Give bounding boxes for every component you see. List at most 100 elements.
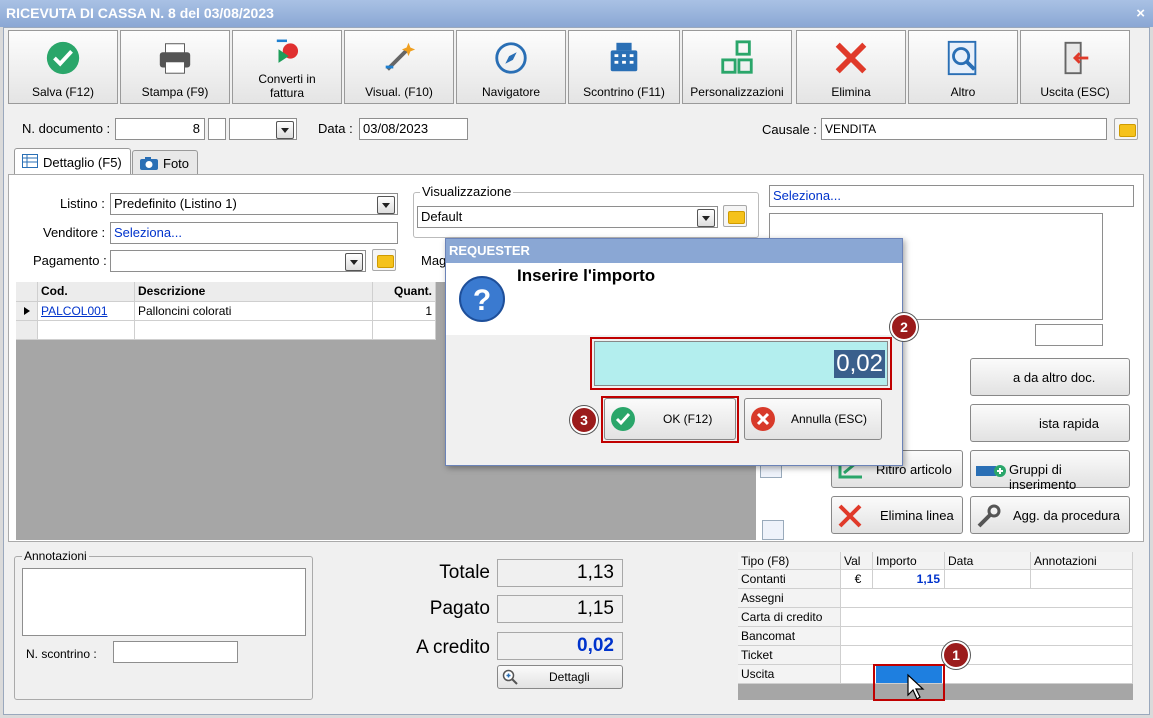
ndoc-input[interactable]: 8 <box>115 118 205 140</box>
pagamento-folder-icon[interactable] <box>372 249 396 271</box>
credito-label: A credito <box>416 637 490 658</box>
payments-header-tipo[interactable]: Tipo (F8) <box>738 552 841 570</box>
import-from-doc-button[interactable]: a da altro doc. <box>970 358 1130 396</box>
exit-button[interactable]: Uscita (ESC) <box>1020 30 1130 104</box>
notes-label: Annotazioni <box>22 549 89 563</box>
venditore-input[interactable]: Seleziona... <box>110 222 398 244</box>
question-icon: ? <box>459 276 505 322</box>
table-row-descrizione[interactable]: Palloncini colorati <box>135 302 373 321</box>
close-icon[interactable]: × <box>1136 0 1145 27</box>
chevron-down-icon[interactable] <box>697 209 715 227</box>
callout-badge: 1 <box>942 641 970 669</box>
delete-x-icon <box>835 42 867 74</box>
ndoc-label: N. documento : <box>22 121 111 136</box>
causale-input[interactable]: VENDITA <box>821 118 1107 140</box>
receipt-button[interactable]: Scontrino (F11) <box>568 30 680 104</box>
payments-header-data[interactable]: Data <box>945 552 1031 570</box>
wrench-icon <box>977 504 1001 528</box>
camera-icon <box>140 157 158 170</box>
link-icon[interactable] <box>762 520 784 540</box>
grid-icon <box>721 40 753 74</box>
table-row-cod[interactable]: PALCOL001 <box>38 302 135 321</box>
date-input[interactable]: 03/08/2023 <box>359 118 468 140</box>
save-button[interactable]: Salva (F12) <box>8 30 118 104</box>
payment-row-tipo[interactable]: Bancomat <box>738 627 841 646</box>
customize-button[interactable]: Personalizzazioni <box>682 30 792 104</box>
callout-badge: 3 <box>570 406 598 434</box>
add-from-procedure-button[interactable]: Agg. da procedura <box>970 496 1130 534</box>
cancel-x-icon <box>751 407 775 431</box>
right-small-field[interactable] <box>1035 324 1103 346</box>
causale-folder-icon[interactable] <box>1114 118 1138 140</box>
payment-row-tipo[interactable]: Assegni <box>738 589 841 608</box>
scontrino-label: N. scontrino : <box>26 647 97 661</box>
totale-value: 1,13 <box>497 559 623 587</box>
pagamento-select[interactable] <box>110 250 366 272</box>
chevron-down-icon[interactable] <box>377 196 395 214</box>
venditore-label: Venditore : <box>43 225 106 240</box>
causale-label: Causale : <box>762 122 817 137</box>
printer-icon <box>159 43 191 74</box>
notes-textarea[interactable] <box>22 568 306 636</box>
listino-select[interactable]: Predefinito (Listino 1) <box>110 193 398 215</box>
exit-door-icon <box>1064 41 1089 75</box>
payment-row-tipo[interactable]: Carta di credito <box>738 608 841 627</box>
table-row-quant[interactable]: 1 <box>373 302 436 321</box>
grid-header-descrizione[interactable]: Descrizione <box>135 282 373 302</box>
chevron-down-icon[interactable] <box>345 253 363 271</box>
window-title: RICEVUTA DI CASSA N. 8 del 03/08/2023 <box>0 0 1153 27</box>
payments-header-importo[interactable]: Importo <box>873 552 945 570</box>
details-button[interactable]: Dettagli <box>497 665 623 689</box>
table-row-empty[interactable] <box>38 321 135 340</box>
other-button[interactable]: Altro <box>908 30 1018 104</box>
amount-input[interactable]: 0,02 <box>594 341 888 386</box>
ndoc-suffix-box[interactable] <box>208 118 226 140</box>
payment-row-val[interactable]: € <box>841 570 873 589</box>
payment-row-tipo[interactable]: Ticket <box>738 646 841 665</box>
date-label: Data : <box>318 121 353 136</box>
scontrino-input[interactable] <box>113 641 238 663</box>
quick-list-button[interactable]: ista rapida <box>970 404 1130 442</box>
delete-button[interactable]: Elimina <box>796 30 906 104</box>
cancel-button[interactable]: Annulla (ESC) <box>744 398 882 440</box>
totale-label: Totale <box>439 562 490 583</box>
credito-value: 0,02 <box>497 632 623 660</box>
convert-icon <box>276 39 299 63</box>
listino-label: Listino : <box>60 196 105 211</box>
zoom-icon <box>502 669 518 685</box>
cash-register-icon <box>610 42 638 72</box>
pagato-value: 1,15 <box>497 595 623 623</box>
insert-groups-button[interactable]: Gruppi di inserimento <box>970 450 1130 492</box>
print-button[interactable]: Stampa (F9) <box>120 30 230 104</box>
table-icon <box>22 154 38 168</box>
check-icon <box>611 407 635 431</box>
visualizzazione-label: Visualizzazione <box>420 184 514 199</box>
payments-header-val[interactable]: Val <box>841 552 873 570</box>
ok-button[interactable]: OK (F12) <box>604 398 736 440</box>
tab-foto[interactable]: Foto <box>132 150 198 175</box>
pagamento-label: Pagamento : <box>33 253 107 268</box>
navigator-button[interactable]: Navigatore <box>456 30 566 104</box>
grid-header-quant[interactable]: Quant. <box>373 282 436 302</box>
groups-icon <box>976 465 1006 477</box>
payment-row-tipo[interactable]: Contanti <box>738 570 841 589</box>
payments-header-annotazioni[interactable]: Annotazioni <box>1031 552 1133 570</box>
chevron-down-icon[interactable] <box>276 121 294 139</box>
delete-line-button[interactable]: Elimina linea <box>831 496 963 534</box>
grid-header-cod[interactable]: Cod. <box>38 282 135 302</box>
dialog-prompt: Inserire l'importo <box>517 266 656 285</box>
row-pointer-icon <box>16 302 38 321</box>
compass-icon <box>495 42 527 74</box>
visualizzazione-folder-icon[interactable] <box>723 205 747 227</box>
visual-button[interactable]: Visual. (F10) <box>344 30 454 104</box>
pagato-label: Pagato <box>429 598 490 619</box>
visualizzazione-select[interactable]: Default <box>417 206 718 228</box>
tab-dettaglio[interactable]: Dettaglio (F5) <box>14 148 131 175</box>
convert-invoice-button[interactable]: Converti in fattura <box>232 30 342 104</box>
dialog-title: REQUESTER <box>446 239 902 263</box>
magazzino-label: Mag <box>421 253 447 268</box>
ndoc-series-select[interactable] <box>229 118 297 140</box>
payment-row-importo[interactable]: 1,15 <box>873 570 945 589</box>
payment-row-tipo[interactable]: Uscita <box>738 665 841 684</box>
right-select-input[interactable]: Seleziona... <box>769 185 1134 207</box>
